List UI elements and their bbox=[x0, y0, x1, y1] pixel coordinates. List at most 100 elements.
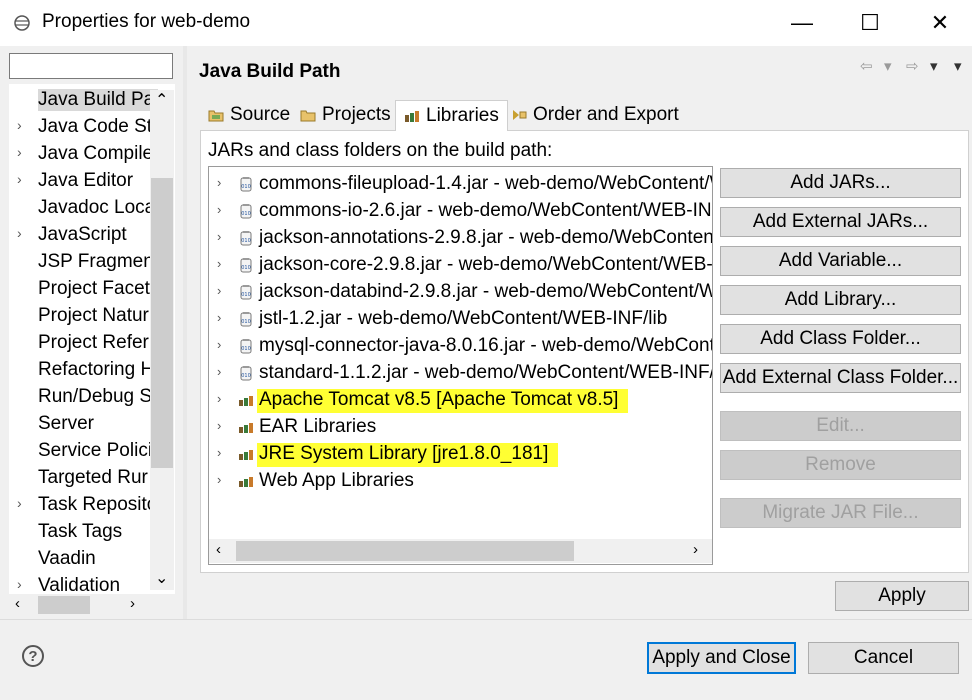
sidebar-item[interactable]: JSP Fragmen bbox=[9, 248, 169, 275]
add-jars-button[interactable]: Add JARs... bbox=[720, 168, 961, 198]
library-entry-label: standard-1.1.2.jar - web-demo/WebContent… bbox=[259, 362, 712, 383]
sidebar-item-label: Task Tags bbox=[38, 521, 123, 542]
maximize-button[interactable]: ☐ bbox=[840, 0, 900, 46]
library-entry[interactable]: › 010 commons-io-2.6.jar - web-demo/WebCon… bbox=[209, 197, 712, 224]
sidebar-item-label: Run/Debug S bbox=[38, 386, 153, 407]
forward-arrow-icon[interactable]: ⇨ bbox=[906, 57, 919, 75]
back-menu-icon[interactable]: ▾ bbox=[884, 57, 892, 75]
library-entry[interactable]: › 010 jackson-core-2.9.8.jar - web-demo/We… bbox=[209, 251, 712, 278]
migrate-jar-file-button[interactable]: Migrate JAR File... bbox=[720, 498, 961, 528]
library-entry-label: Apache Tomcat v8.5 [Apache Tomcat v8.5] bbox=[257, 389, 629, 413]
sidebar-item[interactable]: Task Tags bbox=[9, 518, 169, 545]
back-arrow-icon[interactable]: ⇦ bbox=[860, 57, 873, 75]
sidebar-item[interactable]: › Java Compile bbox=[9, 140, 169, 167]
library-entry[interactable]: › 010 standard-1.1.2.jar - web-demo/WebCon… bbox=[209, 359, 712, 386]
library-entry[interactable]: › Apache Tomcat v8.5 [Apache Tomcat v8.5] bbox=[209, 386, 712, 413]
splitter[interactable] bbox=[183, 46, 187, 619]
expand-chevron-icon[interactable]: › bbox=[217, 229, 221, 244]
expand-chevron-icon[interactable]: › bbox=[217, 337, 221, 352]
jar-icon: 010 bbox=[240, 258, 252, 273]
expand-chevron-icon[interactable]: › bbox=[217, 418, 221, 433]
apply-and-close-button[interactable]: Apply and Close bbox=[647, 642, 796, 674]
expand-chevron-icon[interactable]: › bbox=[217, 364, 221, 379]
apply-button[interactable]: Apply bbox=[835, 581, 969, 611]
expand-chevron-icon[interactable]: › bbox=[17, 225, 22, 241]
expand-chevron-icon[interactable]: › bbox=[217, 391, 221, 406]
sidebar-item-label: Java Build Pa bbox=[38, 89, 159, 111]
scroll-down-icon[interactable]: ⌄ bbox=[155, 568, 168, 588]
tree-scroll-right-icon[interactable]: › bbox=[693, 541, 698, 558]
sidebar-item[interactable]: Javadoc Loca bbox=[9, 194, 169, 221]
expand-chevron-icon[interactable]: › bbox=[17, 117, 22, 133]
sidebar-item[interactable]: Java Build Pa bbox=[9, 86, 169, 113]
library-entry[interactable]: › 010 jstl-1.2.jar - web-demo/WebContent/W… bbox=[209, 305, 712, 332]
tab-libraries[interactable]: Libraries bbox=[395, 100, 508, 131]
library-entry[interactable]: › 010 commons-fileupload-1.4.jar - web-dem… bbox=[209, 170, 712, 197]
forward-menu-icon[interactable]: ▾ bbox=[930, 57, 938, 75]
library-entry-label: jackson-databind-2.9.8.jar - web-demo/We… bbox=[259, 281, 712, 302]
library-entry[interactable]: › JRE System Library [jre1.8.0_181] bbox=[209, 440, 712, 467]
add-external-class-folder-button[interactable]: Add External Class Folder... bbox=[720, 363, 961, 393]
tab-projects[interactable]: Projects bbox=[292, 100, 399, 130]
tree-horizontal-scroll-thumb[interactable] bbox=[236, 541, 574, 561]
library-icon bbox=[239, 423, 253, 433]
library-entry[interactable]: › 010 mysql-connector-java-8.0.16.jar - we… bbox=[209, 332, 712, 359]
sidebar-item[interactable]: Service Polici bbox=[9, 437, 169, 464]
expand-chevron-icon[interactable]: › bbox=[217, 256, 221, 271]
sidebar-item-label: Project Facet bbox=[38, 278, 150, 299]
sidebar-item[interactable]: Project Refer bbox=[9, 329, 169, 356]
expand-chevron-icon[interactable]: › bbox=[217, 202, 221, 217]
sidebar-item[interactable]: Vaadin bbox=[9, 545, 169, 572]
sidebar-item[interactable]: › Java Editor bbox=[9, 167, 169, 194]
remove-button[interactable]: Remove bbox=[720, 450, 961, 480]
sidebar-item[interactable]: Project Facet bbox=[9, 275, 169, 302]
library-entry-label: jstl-1.2.jar - web-demo/WebContent/WEB-I… bbox=[259, 308, 668, 329]
sidebar-item[interactable]: Project Natur bbox=[9, 302, 169, 329]
expand-chevron-icon[interactable]: › bbox=[217, 472, 221, 487]
filter-input[interactable] bbox=[9, 53, 173, 79]
tree-scroll-left-icon[interactable]: ‹ bbox=[216, 541, 221, 558]
close-button[interactable]: ✕ bbox=[910, 0, 970, 46]
nav-horizontal-scrollbar[interactable] bbox=[9, 594, 175, 616]
tab-source[interactable]: Source bbox=[200, 100, 298, 130]
sidebar-item[interactable]: › Task Reposito bbox=[9, 491, 169, 518]
scroll-right-icon[interactable]: › bbox=[130, 595, 135, 612]
expand-chevron-icon[interactable]: › bbox=[217, 283, 221, 298]
library-entry[interactable]: › 010 jackson-databind-2.9.8.jar - web-dem… bbox=[209, 278, 712, 305]
sidebar-item[interactable]: Run/Debug S bbox=[9, 383, 169, 410]
expand-chevron-icon[interactable]: › bbox=[17, 576, 22, 592]
library-entry[interactable]: › EAR Libraries bbox=[209, 413, 712, 440]
sidebar-item[interactable]: › Java Code Sty bbox=[9, 113, 169, 140]
minimize-button[interactable]: — bbox=[772, 0, 832, 46]
nav-vertical-scroll-thumb[interactable] bbox=[151, 178, 173, 468]
expand-chevron-icon[interactable]: › bbox=[217, 445, 221, 460]
add-class-folder-button[interactable]: Add Class Folder... bbox=[720, 324, 961, 354]
scroll-up-icon[interactable]: ⌃ bbox=[155, 90, 168, 110]
edit-button[interactable]: Edit... bbox=[720, 411, 961, 441]
jar-icon: 010 bbox=[240, 231, 252, 246]
expand-chevron-icon[interactable]: › bbox=[217, 175, 221, 190]
nav-horizontal-scroll-thumb[interactable] bbox=[38, 596, 90, 614]
sidebar-item[interactable]: Server bbox=[9, 410, 169, 437]
add-variable-button[interactable]: Add Variable... bbox=[720, 246, 961, 276]
sidebar-item[interactable]: Targeted Rur bbox=[9, 464, 169, 491]
expand-chevron-icon[interactable]: › bbox=[217, 310, 221, 325]
scroll-left-icon[interactable]: ‹ bbox=[15, 595, 20, 612]
sidebar-item-label: Java Compile bbox=[38, 143, 154, 164]
page-title: Java Build Path bbox=[199, 61, 341, 82]
expand-chevron-icon[interactable]: › bbox=[17, 144, 22, 160]
expand-chevron-icon[interactable]: › bbox=[17, 495, 22, 511]
view-menu-icon[interactable]: ▾ bbox=[954, 57, 962, 75]
library-entry[interactable]: › Web App Libraries bbox=[209, 467, 712, 494]
tab-order-and-export[interactable]: Order and Export bbox=[503, 100, 687, 130]
sidebar-item[interactable]: Refactoring H bbox=[9, 356, 169, 383]
svg-text:010: 010 bbox=[241, 184, 251, 190]
sidebar-item[interactable]: › JavaScript bbox=[9, 221, 169, 248]
cancel-button[interactable]: Cancel bbox=[808, 642, 959, 674]
library-entry[interactable]: › 010 jackson-annotations-2.9.8.jar - web-… bbox=[209, 224, 712, 251]
add-library-button[interactable]: Add Library... bbox=[720, 285, 961, 315]
help-icon[interactable]: ? bbox=[22, 645, 44, 667]
library-entry-label: JRE System Library [jre1.8.0_181] bbox=[257, 443, 559, 467]
add-external-jars-button[interactable]: Add External JARs... bbox=[720, 207, 961, 237]
expand-chevron-icon[interactable]: › bbox=[17, 171, 22, 187]
